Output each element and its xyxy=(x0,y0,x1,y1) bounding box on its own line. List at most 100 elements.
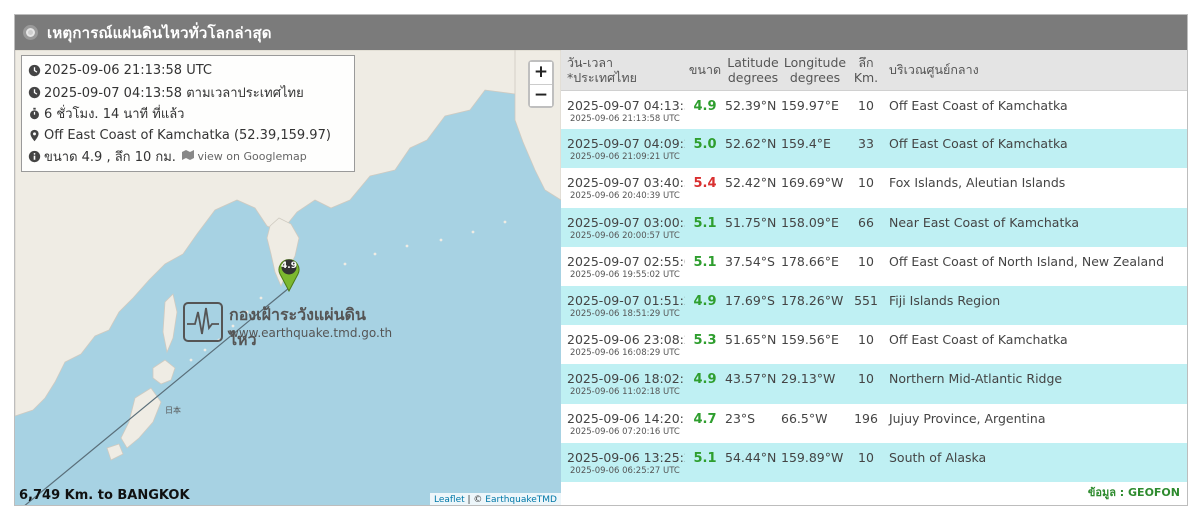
cell-region: Off East Coast of Kamchatka xyxy=(883,325,1187,365)
header-depth-unit: Km. xyxy=(853,69,879,85)
cell-latitude: 54.44°N xyxy=(725,442,781,482)
info-thai-time: 2025-09-07 04:13:58 ตามเวลาประเทศไทย xyxy=(44,85,304,101)
table-row[interactable]: 2025-09-06 18:02:182025-09-06 11:02:18 U… xyxy=(561,364,1187,404)
local-time: 2025-09-06 14:20:16 xyxy=(567,410,685,426)
cell-region: Off East Coast of North Island, New Zeal… xyxy=(883,246,1187,286)
marker-label: 4.9 xyxy=(281,261,297,271)
cell-region: Jujuy Province, Argentina xyxy=(883,403,1187,443)
local-time: 2025-09-06 13:25:27 xyxy=(567,449,685,465)
table-body: 2025-09-07 04:13:582025-09-06 21:13:58 U… xyxy=(561,90,1187,482)
cell-depth: 10 xyxy=(849,90,883,130)
header-depth: ลึก Km. xyxy=(849,50,883,91)
cell-depth: 10 xyxy=(849,325,883,365)
cell-magnitude: 4.9 xyxy=(685,364,725,404)
utc-time: 2025-09-06 06:25:27 UTC xyxy=(570,465,680,476)
earthquake-table: วัน-เวลา *ประเทศไทย ขนาด Latitude degrees… xyxy=(561,50,1187,482)
local-time: 2025-09-07 01:51:29 xyxy=(567,292,685,308)
cell-longitude: 66.5°W xyxy=(781,403,849,443)
cell-longitude: 159.97°E xyxy=(781,90,849,130)
cell-region: Off East Coast of Kamchatka xyxy=(883,90,1187,130)
local-time: 2025-09-07 03:00:57 xyxy=(567,214,685,230)
info-magnitude-row: ขนาด 4.9 , ลึก 10 กม. view on Googlemap xyxy=(28,146,348,168)
cell-datetime: 2025-09-07 04:13:582025-09-06 21:13:58 U… xyxy=(561,90,685,130)
earthquake-map[interactable]: 2025-09-06 21:13:58 UTC 2025-09-07 04:13… xyxy=(15,50,561,505)
earthquake-panel: เหตุการณ์แผ่นดินไหวทั่วโลกล่าสุด 2025-09… xyxy=(14,14,1188,506)
cell-datetime: 2025-09-07 01:51:292025-09-06 18:51:29 U… xyxy=(561,285,685,326)
cell-magnitude: 5.1 xyxy=(685,207,725,247)
stopwatch-icon xyxy=(30,108,39,120)
table-row[interactable]: 2025-09-06 23:08:292025-09-06 16:08:29 U… xyxy=(561,325,1187,365)
cell-latitude: 52.39°N xyxy=(725,90,781,130)
info-elapsed: 6 ชั่วโมง. 14 นาที ที่แล้ว xyxy=(44,107,185,123)
zoom-control: + − xyxy=(528,60,554,108)
cell-magnitude: 5.3 xyxy=(685,325,725,365)
info-elapsed-row: 6 ชั่วโมง. 14 นาที ที่แล้ว xyxy=(28,103,348,125)
cell-depth: 10 xyxy=(849,168,883,208)
table-row[interactable]: 2025-09-07 04:13:582025-09-06 21:13:58 U… xyxy=(561,90,1187,130)
header-region: บริเวณศูนย์กลาง xyxy=(883,50,1187,91)
utc-time: 2025-09-06 11:02:18 UTC xyxy=(570,387,680,398)
local-time: 2025-09-07 04:13:58 xyxy=(567,97,685,113)
cell-latitude: 52.42°N xyxy=(725,168,781,208)
table-row[interactable]: 2025-09-07 03:40:392025-09-06 20:40:39 U… xyxy=(561,168,1187,208)
earthquake-marker[interactable]: 4.9 xyxy=(277,256,301,293)
clock-icon xyxy=(28,86,41,98)
cell-datetime: 2025-09-06 13:25:272025-09-06 06:25:27 U… xyxy=(561,442,685,482)
cell-region: Northern Mid-Atlantic Ridge xyxy=(883,364,1187,404)
map-place-label: 日本 xyxy=(165,406,181,415)
cell-longitude: 159.4°E xyxy=(781,129,849,169)
table-row[interactable]: 2025-09-07 03:00:572025-09-06 20:00:57 U… xyxy=(561,207,1187,247)
table-row[interactable]: 2025-09-06 14:20:162025-09-06 07:20:16 U… xyxy=(561,403,1187,443)
zoom-out-button[interactable]: − xyxy=(530,84,552,106)
cell-region: South of Alaska xyxy=(883,442,1187,482)
utc-time: 2025-09-06 18:51:29 UTC xyxy=(570,308,680,319)
attribution-separator: | © xyxy=(464,495,486,505)
provider-link[interactable]: EarthquakeTMD xyxy=(485,495,557,505)
local-time: 2025-09-06 23:08:29 xyxy=(567,332,685,348)
local-time: 2025-09-06 18:02:18 xyxy=(567,371,685,387)
info-utc-time: 2025-09-06 21:13:58 UTC xyxy=(44,63,212,79)
info-thai-row: 2025-09-07 04:13:58 ตามเวลาประเทศไทย xyxy=(28,82,348,104)
info-icon xyxy=(28,151,41,163)
cell-latitude: 52.62°N xyxy=(725,129,781,169)
table-row[interactable]: 2025-09-06 13:25:272025-09-06 06:25:27 U… xyxy=(561,442,1187,482)
header-latitude-label: Latitude xyxy=(727,54,779,70)
watermark-url: www.earthquake.tmd.go.th xyxy=(229,326,393,340)
header-longitude: Longitude degrees xyxy=(781,50,849,91)
map-icon xyxy=(181,150,194,161)
cell-depth: 196 xyxy=(849,403,883,443)
zoom-in-button[interactable]: + xyxy=(530,62,552,84)
header-depth-label: ลึก xyxy=(858,54,874,70)
cell-longitude: 159.56°E xyxy=(781,325,849,365)
cell-depth: 551 xyxy=(849,285,883,326)
data-source: ข้อมูล : GEOFON xyxy=(1087,486,1180,499)
utc-time: 2025-09-06 16:08:29 UTC xyxy=(570,348,680,359)
info-location: Off East Coast of Kamchatka (52.39,159.9… xyxy=(44,127,331,143)
cell-region: Near East Coast of Kamchatka xyxy=(883,207,1187,247)
cell-longitude: 169.69°W xyxy=(781,168,849,208)
cell-latitude: 17.69°S xyxy=(725,285,781,326)
utc-time: 2025-09-06 21:09:21 UTC xyxy=(570,152,680,163)
cell-datetime: 2025-09-07 03:00:572025-09-06 20:00:57 U… xyxy=(561,207,685,247)
info-location-row: Off East Coast of Kamchatka (52.39,159.9… xyxy=(28,125,348,147)
table-row[interactable]: 2025-09-07 01:51:292025-09-06 18:51:29 U… xyxy=(561,285,1187,326)
googlemap-link-label: view on Googlemap xyxy=(197,150,307,164)
table-row[interactable]: 2025-09-07 04:09:212025-09-06 21:09:21 U… xyxy=(561,129,1187,169)
cell-magnitude: 4.7 xyxy=(685,403,725,443)
cell-region: Fiji Islands Region xyxy=(883,285,1187,326)
cell-datetime: 2025-09-07 02:55:022025-09-06 19:55:02 U… xyxy=(561,246,685,286)
tmd-watermark: กองเฝ้าระวังแผ่นดินไหว www.earthquake.tm… xyxy=(183,300,393,349)
cell-longitude: 178.26°W xyxy=(781,285,849,326)
table-row[interactable]: 2025-09-07 02:55:022025-09-06 19:55:02 U… xyxy=(561,246,1187,286)
cell-longitude: 159.89°W xyxy=(781,442,849,482)
earthquake-table-wrap: วัน-เวลา *ประเทศไทย ขนาด Latitude degrees… xyxy=(561,50,1187,505)
record-icon xyxy=(23,25,38,40)
googlemap-link[interactable]: view on Googlemap xyxy=(181,150,307,164)
cell-magnitude: 4.9 xyxy=(685,90,725,130)
cell-datetime: 2025-09-06 23:08:292025-09-06 16:08:29 U… xyxy=(561,325,685,365)
header-latitude-unit: degrees xyxy=(727,69,779,85)
cell-depth: 10 xyxy=(849,364,883,404)
cell-latitude: 23°S xyxy=(725,403,781,443)
leaflet-link[interactable]: Leaflet xyxy=(434,495,465,505)
header-latitude: Latitude degrees xyxy=(725,50,781,91)
